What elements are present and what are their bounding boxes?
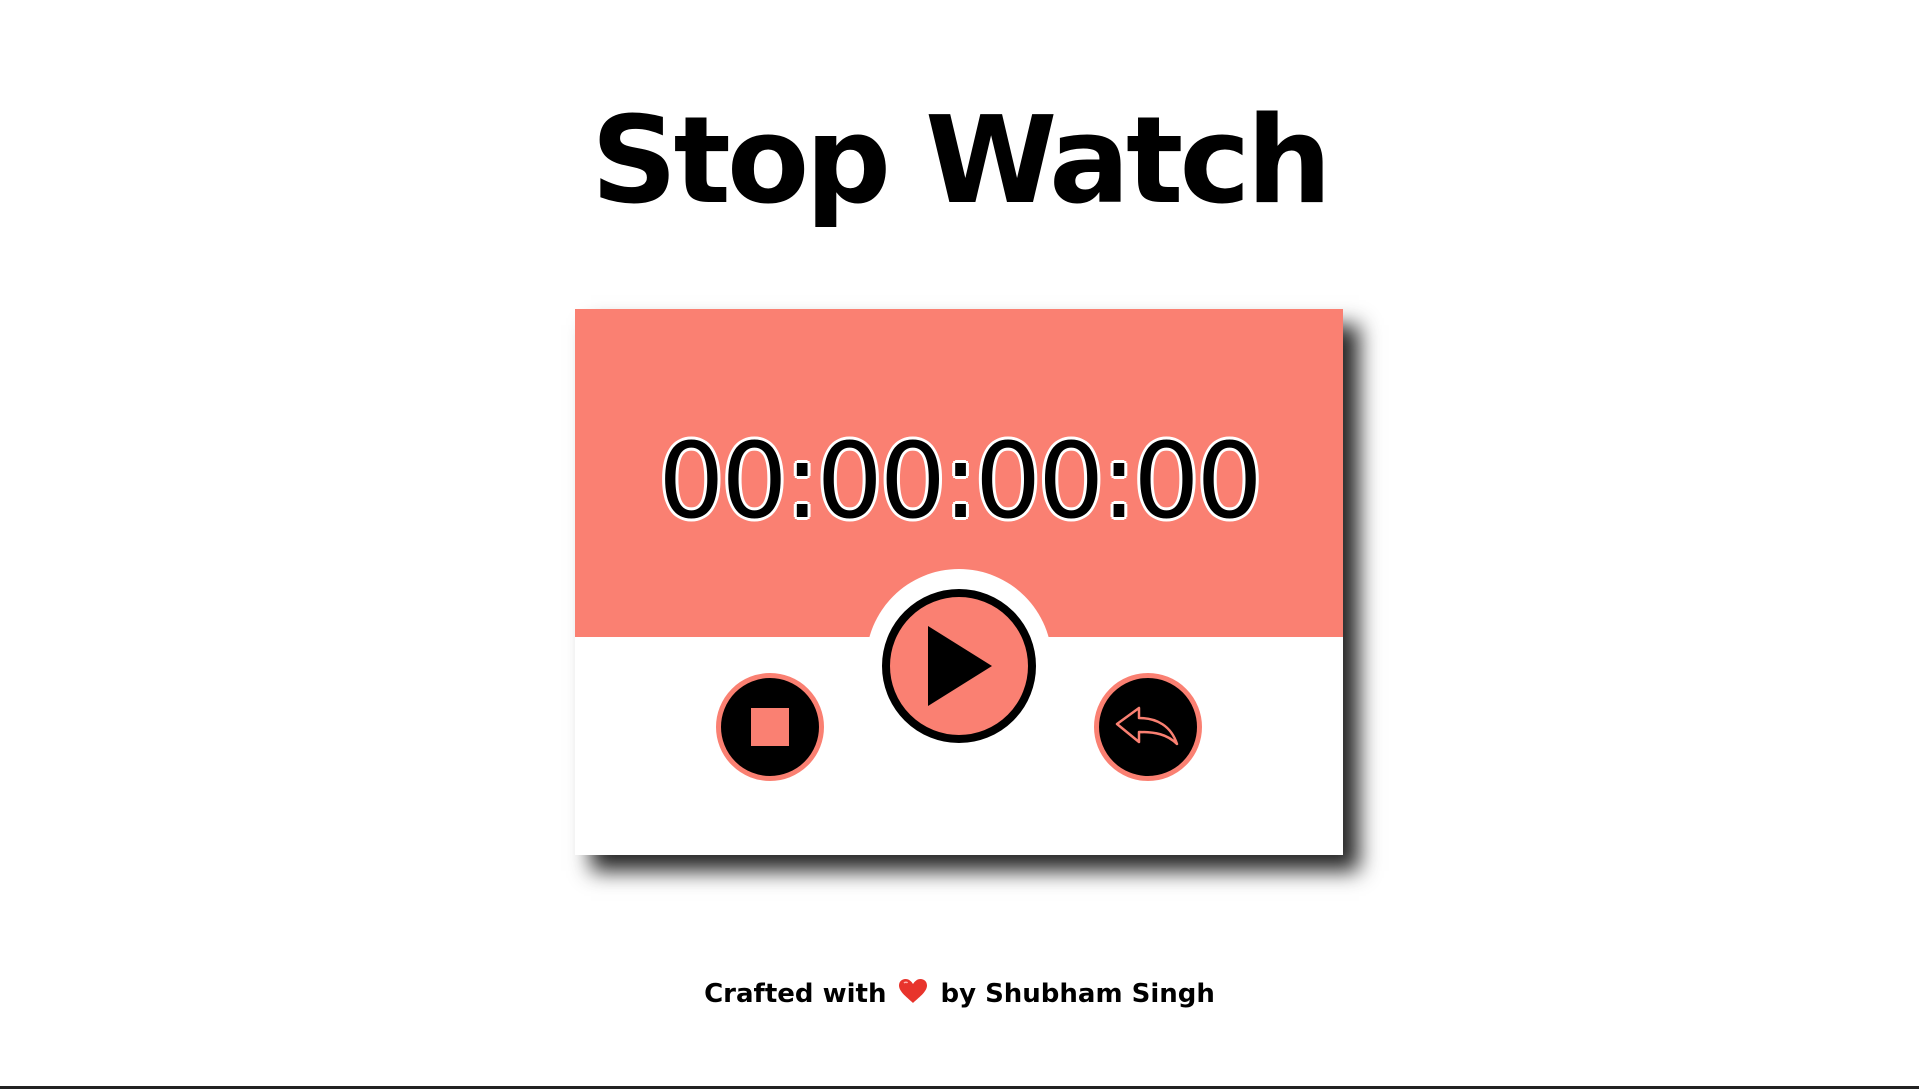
time-display: 00:00:00:00 xyxy=(658,420,1262,542)
stopwatch-card: 00:00:00:00 xyxy=(575,309,1343,855)
page-title: Stop Watch xyxy=(591,92,1332,231)
play-icon xyxy=(928,626,992,706)
page: Stop Watch 00:00:00:00 Crafted with by Sh… xyxy=(0,0,1919,1089)
footer-suffix: by Shubham Singh xyxy=(940,979,1215,1009)
footer-prefix: Crafted with xyxy=(704,979,887,1009)
reset-button[interactable] xyxy=(1094,673,1202,781)
stop-button[interactable] xyxy=(716,673,824,781)
play-button[interactable] xyxy=(882,589,1036,743)
footer-credit: Crafted with by Shubham Singh xyxy=(0,978,1919,1011)
heart-icon xyxy=(898,978,928,1011)
reply-icon xyxy=(1115,706,1179,746)
stop-icon xyxy=(751,708,789,746)
